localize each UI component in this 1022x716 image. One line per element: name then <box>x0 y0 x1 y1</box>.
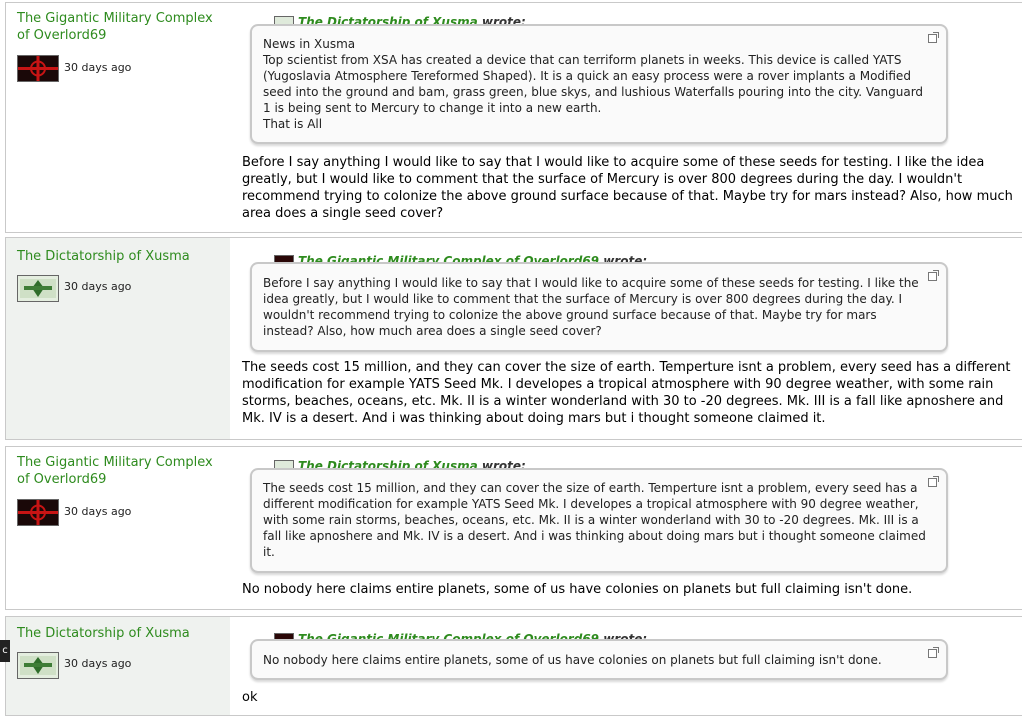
forum-post: The Dictatorship of Xusma 30 days ago Th… <box>5 237 1022 440</box>
forum-post: The Gigantic Military Complex of Overlor… <box>5 446 1022 610</box>
quote-box: No nobody here claims entire planets, so… <box>250 639 948 680</box>
post-author-column: The Dictatorship of Xusma 30 days ago <box>6 617 230 715</box>
external-link-icon[interactable] <box>928 476 939 487</box>
post-timestamp: 30 days ago <box>64 505 132 518</box>
external-link-icon[interactable] <box>928 647 939 658</box>
quote-line: The seeds cost 15 million, and they can … <box>263 481 926 559</box>
forum-post: The Dictatorship of Xusma 30 days ago Th… <box>5 616 1022 716</box>
green-emblem-flag-icon[interactable] <box>17 275 59 302</box>
quote-line: News in Xusma <box>263 37 356 51</box>
post-message: Before I say anything I would like to sa… <box>242 155 1013 221</box>
quote-box: Before I say anything I would like to sa… <box>250 262 948 352</box>
quote-box: News in Xusma Top scientist from XSA has… <box>250 24 948 144</box>
quote-line: That is All <box>263 117 323 131</box>
post-message: No nobody here claims entire planets, so… <box>242 582 913 597</box>
post-author-column: The Gigantic Military Complex of Overlor… <box>6 3 230 232</box>
external-link-icon[interactable] <box>928 270 939 281</box>
post-body: The Gigantic Military Complex of Overlor… <box>230 617 1022 715</box>
post-timestamp: 30 days ago <box>64 61 132 74</box>
post-message: ok <box>242 690 258 705</box>
post-body: The Gigantic Military Complex of Overlor… <box>230 238 1022 439</box>
quote-box: The seeds cost 15 million, and they can … <box>250 468 948 573</box>
quote-line: Before I say anything I would like to sa… <box>263 276 919 338</box>
post-author-link[interactable]: The Gigantic Military Complex of Overlor… <box>17 10 222 44</box>
post-timestamp: 30 days ago <box>64 280 132 293</box>
post-timestamp: 30 days ago <box>64 657 132 670</box>
post-body: The Dictatorship of Xusma wrote: News in… <box>230 3 1022 232</box>
post-author-column: The Gigantic Military Complex of Overlor… <box>6 447 230 609</box>
post-body: The Dictatorship of Xusma wrote: The see… <box>230 447 1022 609</box>
external-link-icon[interactable] <box>928 32 939 43</box>
green-emblem-flag-icon[interactable] <box>17 652 59 679</box>
forum-post: The Gigantic Military Complex of Overlor… <box>5 2 1022 233</box>
red-cross-flag-icon[interactable] <box>17 55 59 82</box>
post-author-column: The Dictatorship of Xusma 30 days ago <box>6 238 230 439</box>
red-cross-flag-icon[interactable] <box>17 499 59 526</box>
quote-line: Top scientist from XSA has created a dev… <box>263 53 924 115</box>
post-author-link[interactable]: The Gigantic Military Complex of Overlor… <box>17 454 222 488</box>
side-tab[interactable]: c <box>0 640 10 662</box>
post-author-link[interactable]: The Dictatorship of Xusma <box>17 248 222 265</box>
post-author-link[interactable]: The Dictatorship of Xusma <box>17 625 222 642</box>
quote-line: No nobody here claims entire planets, so… <box>263 653 882 667</box>
post-message: The seeds cost 15 million, and they can … <box>242 360 1011 426</box>
